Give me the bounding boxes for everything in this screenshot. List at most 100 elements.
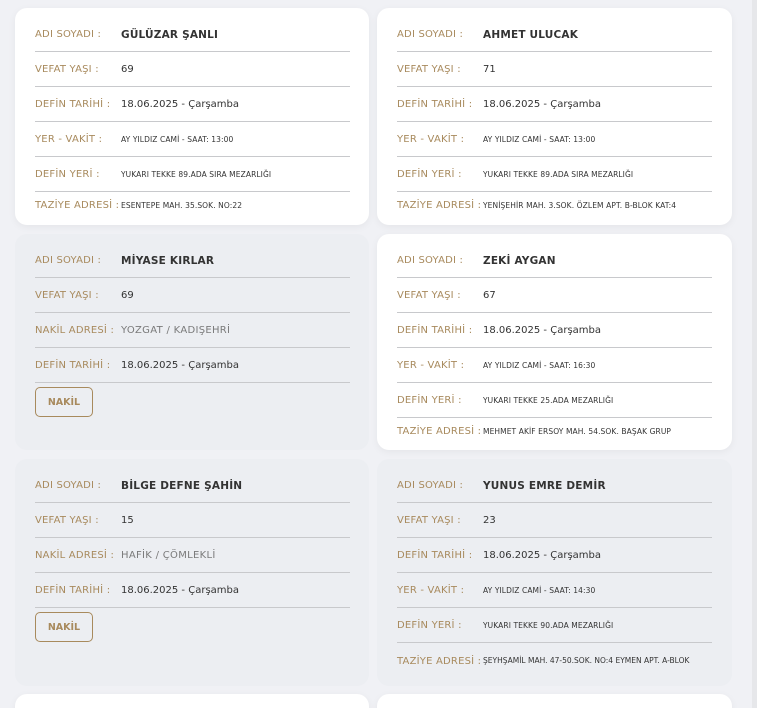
name-value: YUNUS EMRE DEMİR [483, 479, 606, 492]
name-label: ADI SOYADI : [397, 480, 464, 491]
obituary-card-partial [15, 694, 369, 708]
transfer-label: NAKİL ADRESİ : [35, 549, 115, 561]
name-row: ADI SOYADI : GÜLÜZAR ŞANLI [35, 18, 350, 52]
transfer-row: NAKİL ADRESİ : YOZGAT / KADIŞEHRİ [35, 313, 350, 348]
age-value: 69 [121, 63, 134, 75]
obituary-card: ADI SOYADI : GÜLÜZAR ŞANLI VEFAT YAŞI : … [15, 8, 369, 225]
name-label: ADI SOYADI : [397, 29, 464, 40]
place-time-value: AY YILDIZ CAMİ - SAAT: 13:00 [483, 134, 596, 144]
burial-place-label: DEFİN YERİ : [35, 168, 100, 180]
condolence-label: TAZİYE ADRESİ : [397, 655, 482, 667]
age-value: 15 [121, 514, 134, 526]
obituary-card-partial [377, 694, 732, 708]
place-time-row: YER - VAKİT : AY YILDIZ CAMİ - SAAT: 13:… [35, 122, 350, 157]
obituary-card-transfer: ADI SOYADI : BİLGE DEFNE ŞAHİN VEFAT YAŞ… [15, 459, 369, 686]
obituary-list: ADI SOYADI : GÜLÜZAR ŞANLI VEFAT YAŞI : … [0, 0, 752, 708]
burial-date-label: DEFİN TARİHİ : [35, 584, 111, 596]
burial-date-label: DEFİN TARİHİ : [397, 549, 473, 561]
burial-date-label: DEFİN TARİHİ : [35, 98, 111, 110]
age-value: 69 [121, 289, 134, 301]
age-label: VEFAT YAŞI : [35, 289, 99, 301]
name-label: ADI SOYADI : [35, 480, 102, 491]
transfer-row: NAKİL ADRESİ : HAFİK / ÇÖMLEKLİ [35, 538, 350, 573]
name-label: ADI SOYADI : [35, 29, 102, 40]
place-time-value: AY YILDIZ CAMİ - SAAT: 13:00 [121, 134, 234, 144]
burial-date-label: DEFİN TARİHİ : [35, 359, 111, 371]
burial-place-row: DEFİN YERİ : YUKARI TEKKE 90.ADA MEZARLI… [397, 608, 712, 643]
name-row: ADI SOYADI : YUNUS EMRE DEMİR [397, 469, 712, 503]
name-label: ADI SOYADI : [397, 255, 464, 266]
transfer-value: HAFİK / ÇÖMLEKLİ [121, 549, 216, 561]
condolence-value: YENİŞEHİR MAH. 3.SOK. ÖZLEM APT. B-BLOK … [483, 201, 677, 210]
condolence-label: TAZİYE ADRESİ : [397, 426, 482, 437]
transfer-value: YOZGAT / KADIŞEHRİ [121, 324, 231, 336]
obituary-card-transfer: ADI SOYADI : MİYASE KIRLAR VEFAT YAŞI : … [15, 234, 369, 450]
age-label: VEFAT YAŞI : [397, 289, 461, 301]
place-time-value: AY YILDIZ CAMİ - SAAT: 16:30 [483, 360, 596, 370]
age-label: VEFAT YAŞI : [397, 514, 461, 526]
age-value: 67 [483, 289, 496, 301]
name-row: ADI SOYADI : MİYASE KIRLAR [35, 244, 350, 278]
age-row: VEFAT YAŞI : 23 [397, 503, 712, 538]
place-time-label: YER - VAKİT : [397, 133, 465, 145]
burial-place-value: YUKARI TEKKE 89.ADA SIRA MEZARLIĞI [121, 169, 272, 179]
condolence-row: TAZİYE ADRESİ : YENİŞEHİR MAH. 3.SOK. ÖZ… [397, 192, 712, 219]
age-value: 23 [483, 514, 496, 526]
burial-place-value: YUKARI TEKKE 25.ADA MEZARLIĞI [483, 395, 614, 405]
condolence-label: TAZİYE ADRESİ : [35, 200, 120, 211]
burial-date-label: DEFİN TARİHİ : [397, 98, 473, 110]
place-time-row: YER - VAKİT : AY YILDIZ CAMİ - SAAT: 14:… [397, 573, 712, 608]
burial-date-value: 18.06.2025 - Çarşamba [483, 324, 601, 336]
burial-date-row: DEFİN TARİHİ : 18.06.2025 - Çarşamba [35, 573, 350, 608]
name-value: MİYASE KIRLAR [121, 254, 215, 267]
burial-date-row: DEFİN TARİHİ : 18.06.2025 - Çarşamba [397, 313, 712, 348]
name-value: ZEKİ AYGAN [483, 254, 556, 267]
place-time-row: YER - VAKİT : AY YILDIZ CAMİ - SAAT: 16:… [397, 348, 712, 383]
age-label: VEFAT YAŞI : [397, 63, 461, 75]
transfer-label: NAKİL ADRESİ : [35, 324, 115, 336]
burial-place-value: YUKARI TEKKE 89.ADA SIRA MEZARLIĞI [483, 169, 634, 179]
burial-date-value: 18.06.2025 - Çarşamba [483, 98, 601, 110]
age-row: VEFAT YAŞI : 67 [397, 278, 712, 313]
age-row: VEFAT YAŞI : 71 [397, 52, 712, 87]
condolence-value: MEHMET AKİF ERSOY MAH. 54.SOK. BAŞAK GRU… [483, 427, 672, 436]
burial-date-value: 18.06.2025 - Çarşamba [483, 549, 601, 561]
burial-place-row: DEFİN YERİ : YUKARI TEKKE 89.ADA SIRA ME… [35, 157, 350, 192]
condolence-value: ŞEYHŞAMİL MAH. 47-50.SOK. NO:4 EYMEN APT… [483, 656, 690, 665]
age-label: VEFAT YAŞI : [35, 514, 99, 526]
name-value: AHMET ULUCAK [483, 28, 579, 41]
burial-date-row: DEFİN TARİHİ : 18.06.2025 - Çarşamba [35, 87, 350, 122]
burial-place-row: DEFİN YERİ : YUKARI TEKKE 89.ADA SIRA ME… [397, 157, 712, 192]
name-label: ADI SOYADI : [35, 255, 102, 266]
name-value: GÜLÜZAR ŞANLI [121, 28, 219, 41]
age-row: VEFAT YAŞI : 69 [35, 52, 350, 87]
burial-date-row: DEFİN TARİHİ : 18.06.2025 - Çarşamba [397, 538, 712, 573]
burial-place-value: YUKARI TEKKE 90.ADA MEZARLIĞI [483, 620, 614, 630]
age-row: VEFAT YAŞI : 15 [35, 503, 350, 538]
burial-place-label: DEFİN YERİ : [397, 168, 462, 180]
burial-place-label: DEFİN YERİ : [397, 619, 462, 631]
age-value: 71 [483, 63, 496, 75]
page-scrollbar[interactable] [752, 0, 757, 708]
burial-date-value: 18.06.2025 - Çarşamba [121, 98, 239, 110]
name-row: ADI SOYADI : ZEKİ AYGAN [397, 244, 712, 278]
name-row: ADI SOYADI : BİLGE DEFNE ŞAHİN [35, 469, 350, 503]
transfer-button[interactable]: NAKİL [35, 612, 93, 642]
transfer-button[interactable]: NAKİL [35, 387, 93, 417]
condolence-row: TAZİYE ADRESİ : MEHMET AKİF ERSOY MAH. 5… [397, 418, 712, 445]
place-time-label: YER - VAKİT : [397, 584, 465, 596]
burial-date-row: DEFİN TARİHİ : 18.06.2025 - Çarşamba [35, 348, 350, 383]
condolence-value: ESENTEPE MAH. 35.SOK. NO:22 [121, 201, 243, 210]
obituary-card: ADI SOYADI : ZEKİ AYGAN VEFAT YAŞI : 67 … [377, 234, 732, 450]
burial-date-label: DEFİN TARİHİ : [397, 324, 473, 336]
name-row: ADI SOYADI : AHMET ULUCAK [397, 18, 712, 52]
age-row: VEFAT YAŞI : 69 [35, 278, 350, 313]
burial-place-label: DEFİN YERİ : [397, 394, 462, 406]
obituary-card: ADI SOYADI : AHMET ULUCAK VEFAT YAŞI : 7… [377, 8, 732, 225]
obituary-card: ADI SOYADI : YUNUS EMRE DEMİR VEFAT YAŞI… [377, 459, 732, 686]
place-time-label: YER - VAKİT : [397, 359, 465, 371]
condolence-label: TAZİYE ADRESİ : [397, 200, 482, 211]
burial-place-row: DEFİN YERİ : YUKARI TEKKE 25.ADA MEZARLI… [397, 383, 712, 418]
condolence-row: TAZİYE ADRESİ : ŞEYHŞAMİL MAH. 47-50.SOK… [397, 643, 712, 679]
place-time-value: AY YILDIZ CAMİ - SAAT: 14:30 [483, 585, 596, 595]
